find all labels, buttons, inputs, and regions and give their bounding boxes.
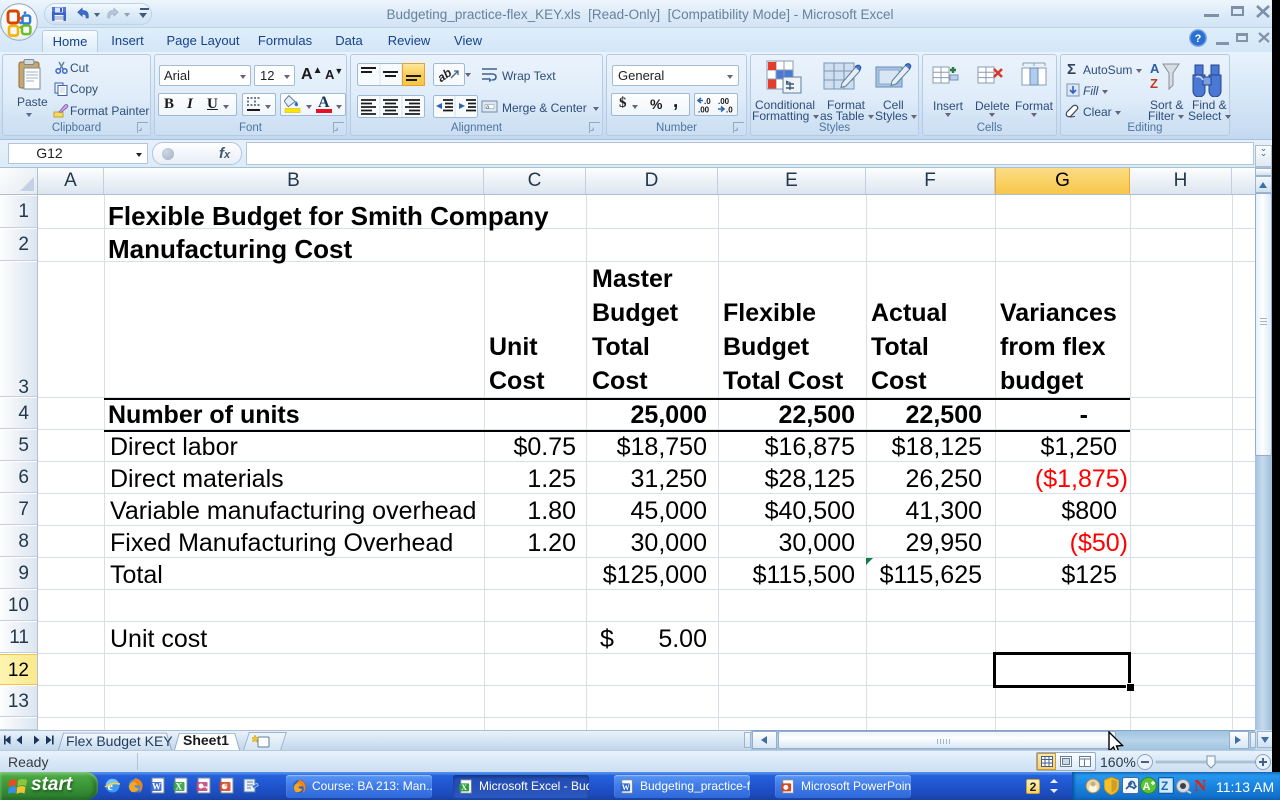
svg-text:W: W — [622, 783, 630, 792]
svg-text:X: X — [461, 783, 467, 792]
svg-text:X: X — [176, 782, 183, 792]
svg-text:e: e — [108, 779, 114, 793]
svg-text:.00: .00 — [698, 106, 710, 115]
svg-text:W: W — [152, 782, 161, 792]
svg-text:.0: .0 — [726, 106, 733, 115]
svg-text:?: ? — [1195, 33, 1202, 45]
svg-text:A: A — [1150, 61, 1160, 76]
svg-text:Z: Z — [1150, 76, 1158, 91]
svg-text:Z: Z — [1161, 779, 1168, 793]
svg-text:A: A — [1143, 781, 1151, 793]
